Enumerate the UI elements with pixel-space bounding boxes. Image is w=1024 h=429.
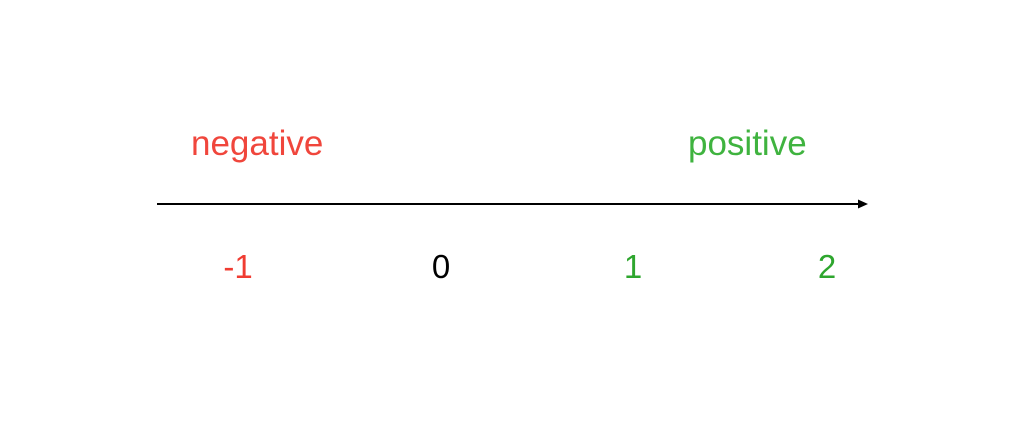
number-line-diagram: negative positive -1 0 1 2 <box>0 0 1024 429</box>
tick-label-one: 1 <box>623 248 643 285</box>
number-line-axis <box>157 199 868 209</box>
axis-arrowhead-icon <box>858 199 868 209</box>
tick-label-zero: 0 <box>431 248 451 285</box>
tick-label-neg-one: -1 <box>223 248 253 285</box>
tick-label-two: 2 <box>817 248 837 285</box>
